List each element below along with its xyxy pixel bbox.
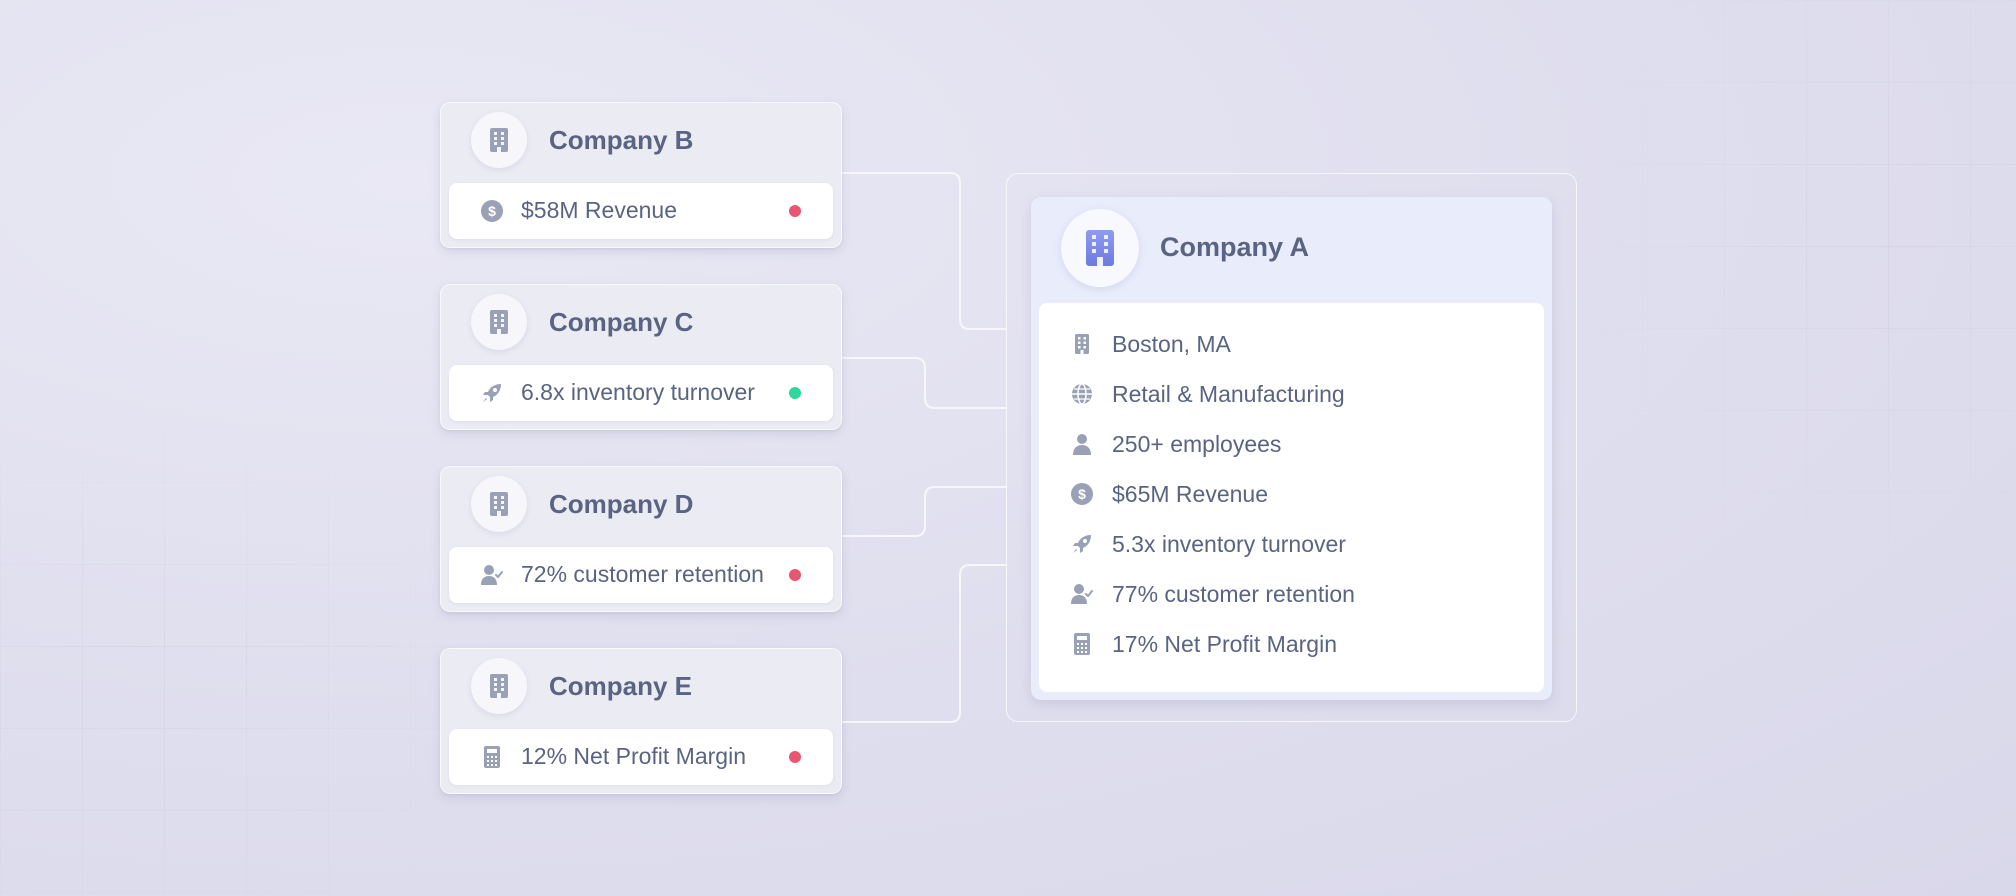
dollar-icon: $: [1071, 483, 1093, 505]
company-avatar: [471, 658, 527, 714]
company-name: Company E: [549, 671, 693, 701]
detail-text: $65M Revenue: [1112, 481, 1268, 507]
company-name: Company A: [1160, 232, 1310, 262]
company-card-d[interactable]: Company D 72% customer retention: [440, 466, 842, 612]
globe-icon: [1072, 383, 1092, 405]
calculator-icon: [484, 746, 500, 768]
user-check-icon: [481, 565, 503, 585]
metric-value: 12% Net Profit Margin: [521, 743, 746, 769]
metric-value: 72% customer retention: [521, 561, 764, 587]
detail-text: 77% customer retention: [1112, 581, 1355, 607]
connector-e: [842, 564, 1006, 723]
svg-text:$: $: [1078, 486, 1086, 502]
detail-text: 5.3x inventory turnover: [1112, 531, 1346, 557]
detail-row-location: Boston, MA: [1039, 324, 1544, 364]
detail-row-industry: Retail & Manufacturing: [1039, 374, 1544, 414]
detail-row-retention: 77% customer retention: [1039, 574, 1544, 614]
building-icon: [490, 492, 508, 516]
card-header: Company C: [441, 285, 841, 359]
status-dot-negative: [789, 569, 801, 581]
company-name: Company C: [549, 307, 694, 337]
building-icon: [1075, 334, 1089, 354]
building-icon: [490, 310, 508, 334]
card-header: Company D: [441, 467, 841, 541]
building-icon: [490, 128, 508, 152]
detail-row-employees: 250+ employees: [1039, 424, 1544, 464]
metric-value: 6.8x inventory turnover: [521, 379, 755, 405]
company-avatar: [1061, 209, 1139, 287]
company-avatar: [471, 476, 527, 532]
company-avatar: [471, 112, 527, 168]
company-name: Company B: [549, 125, 694, 155]
connector-c: [842, 357, 1006, 409]
company-card-b[interactable]: Company B $ $58M Revenue: [440, 102, 842, 248]
connector-b: [842, 172, 1006, 330]
background-grid-right: [1560, 0, 2016, 600]
status-dot-positive: [789, 387, 801, 399]
detail-row-margin: 17% Net Profit Margin: [1039, 624, 1544, 664]
detail-row-inventory: 5.3x inventory turnover: [1039, 524, 1544, 564]
building-icon: [1086, 230, 1114, 266]
status-dot-negative: [789, 205, 801, 217]
detail-text: 250+ employees: [1112, 431, 1282, 457]
detail-text: 17% Net Profit Margin: [1112, 631, 1337, 657]
person-icon: [1073, 434, 1091, 455]
metric-row: 6.8x inventory turnover: [449, 365, 833, 421]
rocket-icon: [1073, 535, 1091, 553]
detail-text: Boston, MA: [1112, 331, 1231, 357]
company-card-e[interactable]: Company E 12% Net Profit Margin: [440, 648, 842, 794]
company-avatar: [471, 294, 527, 350]
metric-row: $ $58M Revenue: [449, 183, 833, 239]
calculator-icon: [1074, 633, 1090, 655]
company-name: Company D: [549, 489, 694, 519]
metric-value: $58M Revenue: [521, 197, 677, 223]
user-check-icon: [1071, 584, 1093, 604]
main-company-card[interactable]: Company A Boston, MA Retail & Manufactur…: [1031, 197, 1552, 700]
company-details: Boston, MA Retail & Manufacturing 250+ e…: [1039, 303, 1544, 692]
detail-row-revenue: $ $65M Revenue: [1039, 474, 1544, 514]
company-card-c[interactable]: Company C 6.8x inventory turnover: [440, 284, 842, 430]
card-header: Company B: [441, 103, 841, 177]
status-dot-negative: [789, 751, 801, 763]
metric-row: 12% Net Profit Margin: [449, 729, 833, 785]
card-header: Company E: [441, 649, 841, 723]
svg-text:$: $: [488, 203, 496, 219]
detail-text: Retail & Manufacturing: [1112, 381, 1345, 407]
building-icon: [490, 674, 508, 698]
dollar-icon: $: [481, 200, 503, 222]
rocket-icon: [483, 384, 501, 402]
metric-row: 72% customer retention: [449, 547, 833, 603]
connector-d: [842, 486, 1006, 537]
